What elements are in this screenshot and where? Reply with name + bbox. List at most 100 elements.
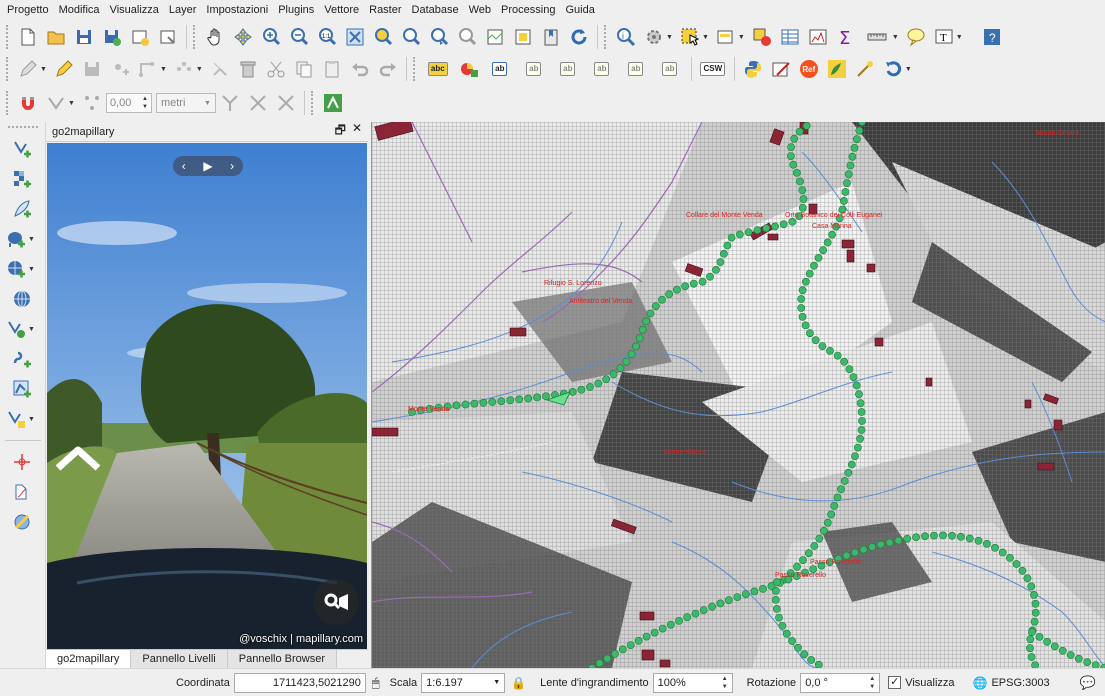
sequence-point[interactable] xyxy=(991,543,999,552)
sequence-point[interactable] xyxy=(833,351,842,360)
sequence-point[interactable] xyxy=(857,408,866,416)
sequence-point[interactable] xyxy=(811,336,820,345)
layer-diagram-button[interactable] xyxy=(457,57,481,81)
sequence-point[interactable] xyxy=(921,532,929,541)
actions-button[interactable] xyxy=(642,25,666,49)
sequence-point[interactable] xyxy=(790,134,799,143)
spinner-arrows-icon[interactable]: ▲ ▼ xyxy=(722,675,728,691)
sequence-point[interactable] xyxy=(461,400,470,409)
menu-processing[interactable]: Processing xyxy=(496,0,560,20)
sequence-point[interactable] xyxy=(789,160,798,169)
sequence-point[interactable] xyxy=(733,593,742,601)
sequence-point[interactable] xyxy=(1026,644,1034,653)
zoom-to-selection-button[interactable] xyxy=(371,25,395,49)
sequence-point[interactable] xyxy=(611,650,619,658)
measure-button[interactable] xyxy=(862,25,892,49)
sequence-point[interactable] xyxy=(1028,628,1036,636)
sequence-point[interactable] xyxy=(856,434,864,443)
sequence-point[interactable] xyxy=(602,375,611,384)
menu-progetto[interactable]: Progetto xyxy=(2,0,54,20)
previous-image-icon[interactable]: ‹ xyxy=(182,159,186,173)
close-icon[interactable]: ✕ xyxy=(352,121,362,142)
add-virtual-layer-button[interactable]: ▼ xyxy=(2,314,42,344)
sequence-point[interactable] xyxy=(823,518,832,527)
add-postgis-layer-button[interactable]: ▼ xyxy=(2,224,42,254)
toolbar-grip[interactable] xyxy=(8,126,38,130)
new-map-view-button[interactable] xyxy=(483,25,507,49)
sequence-point[interactable] xyxy=(744,228,753,237)
sequence-point[interactable] xyxy=(796,177,804,186)
zoom-last-button[interactable] xyxy=(427,25,451,49)
sequence-point[interactable] xyxy=(470,399,479,408)
messages-icon[interactable]: 💬 xyxy=(1080,675,1096,691)
lock-scale-icon[interactable]: 🔒 xyxy=(511,676,526,690)
sequence-point[interactable] xyxy=(792,169,801,177)
sequence-point[interactable] xyxy=(699,606,708,614)
sequence-point[interactable] xyxy=(651,302,660,311)
zoom-full-button[interactable] xyxy=(343,25,367,49)
sequence-point[interactable] xyxy=(857,426,866,434)
sequence-point[interactable] xyxy=(773,578,781,586)
sequence-point[interactable] xyxy=(1074,654,1083,663)
chevron-down-icon[interactable]: ▼ xyxy=(160,66,167,73)
chevron-down-icon[interactable]: ▼ xyxy=(892,34,899,41)
sequence-point[interactable] xyxy=(627,350,636,359)
sequence-point[interactable] xyxy=(609,370,618,379)
sequence-point[interactable] xyxy=(1006,553,1014,562)
sequence-point[interactable] xyxy=(853,443,862,452)
sequence-point[interactable] xyxy=(782,629,791,638)
toolbar-grip[interactable] xyxy=(193,25,197,49)
sequence-point[interactable] xyxy=(903,534,912,543)
copy-button[interactable] xyxy=(292,57,316,81)
sequence-point[interactable] xyxy=(827,510,836,519)
sequence-point[interactable] xyxy=(798,204,807,212)
toolbar-grip[interactable] xyxy=(6,91,10,115)
tab-pannello-livelli[interactable]: Pannello Livelli xyxy=(131,650,228,668)
sequence-point[interactable] xyxy=(852,381,861,390)
sequence-point[interactable] xyxy=(658,624,667,633)
menu-guida[interactable]: Guida xyxy=(560,0,599,20)
save-as-button[interactable] xyxy=(100,25,124,49)
sequence-point[interactable] xyxy=(830,501,839,510)
menu-plugins[interactable]: Plugins xyxy=(273,0,319,20)
sequence-point[interactable] xyxy=(666,620,675,629)
save-edits-button[interactable] xyxy=(80,57,104,81)
sequence-point[interactable] xyxy=(876,540,885,549)
change-label-button[interactable]: ab xyxy=(655,57,685,81)
sequence-point[interactable] xyxy=(802,122,811,130)
sequence-point[interactable] xyxy=(788,637,796,645)
sequence-point[interactable] xyxy=(488,398,497,406)
extents-toggle-icon[interactable]: 🖱 xyxy=(372,675,380,691)
sequence-point[interactable] xyxy=(727,233,736,242)
attribute-table-button[interactable] xyxy=(778,25,802,49)
pin-labels-button[interactable]: ab xyxy=(519,57,549,81)
new-temporary-layer-button[interactable] xyxy=(2,344,42,374)
zoom-to-layer-button[interactable] xyxy=(399,25,423,49)
sequence-point[interactable] xyxy=(681,282,690,291)
snapping-mode-button[interactable] xyxy=(80,91,104,115)
avoid-intersections-button[interactable] xyxy=(246,91,270,115)
field-calculator-button[interactable] xyxy=(806,25,830,49)
sequence-point[interactable] xyxy=(1030,617,1039,626)
sequence-point[interactable] xyxy=(851,452,859,460)
chevron-down-icon[interactable]: ▼ xyxy=(956,34,963,41)
menu-layer[interactable]: Layer xyxy=(164,0,202,20)
sequence-point[interactable] xyxy=(771,595,780,604)
sequence-point[interactable] xyxy=(622,357,631,366)
zoom-in-button[interactable] xyxy=(259,25,283,49)
sequence-point[interactable] xyxy=(1026,635,1035,644)
sequence-point[interactable] xyxy=(848,152,857,161)
sequence-point[interactable] xyxy=(965,534,974,543)
sequence-point[interactable] xyxy=(818,342,827,350)
zoom-native-button[interactable]: 1:1 xyxy=(315,25,339,49)
chevron-down-icon[interactable]: ▼ xyxy=(28,416,35,423)
chevron-down-icon[interactable]: ▼ xyxy=(28,266,35,273)
pan-button[interactable] xyxy=(203,25,227,49)
menu-impostazioni[interactable]: Impostazioni xyxy=(201,0,273,20)
toolbar-grip[interactable] xyxy=(604,25,608,49)
crs-globe-icon[interactable]: 🌐 xyxy=(973,676,988,690)
refresh-button[interactable] xyxy=(567,25,591,49)
sequence-point[interactable] xyxy=(841,188,850,196)
coordinate-field[interactable]: 1711423,5021290 xyxy=(233,672,366,693)
sequence-point[interactable] xyxy=(778,621,787,630)
